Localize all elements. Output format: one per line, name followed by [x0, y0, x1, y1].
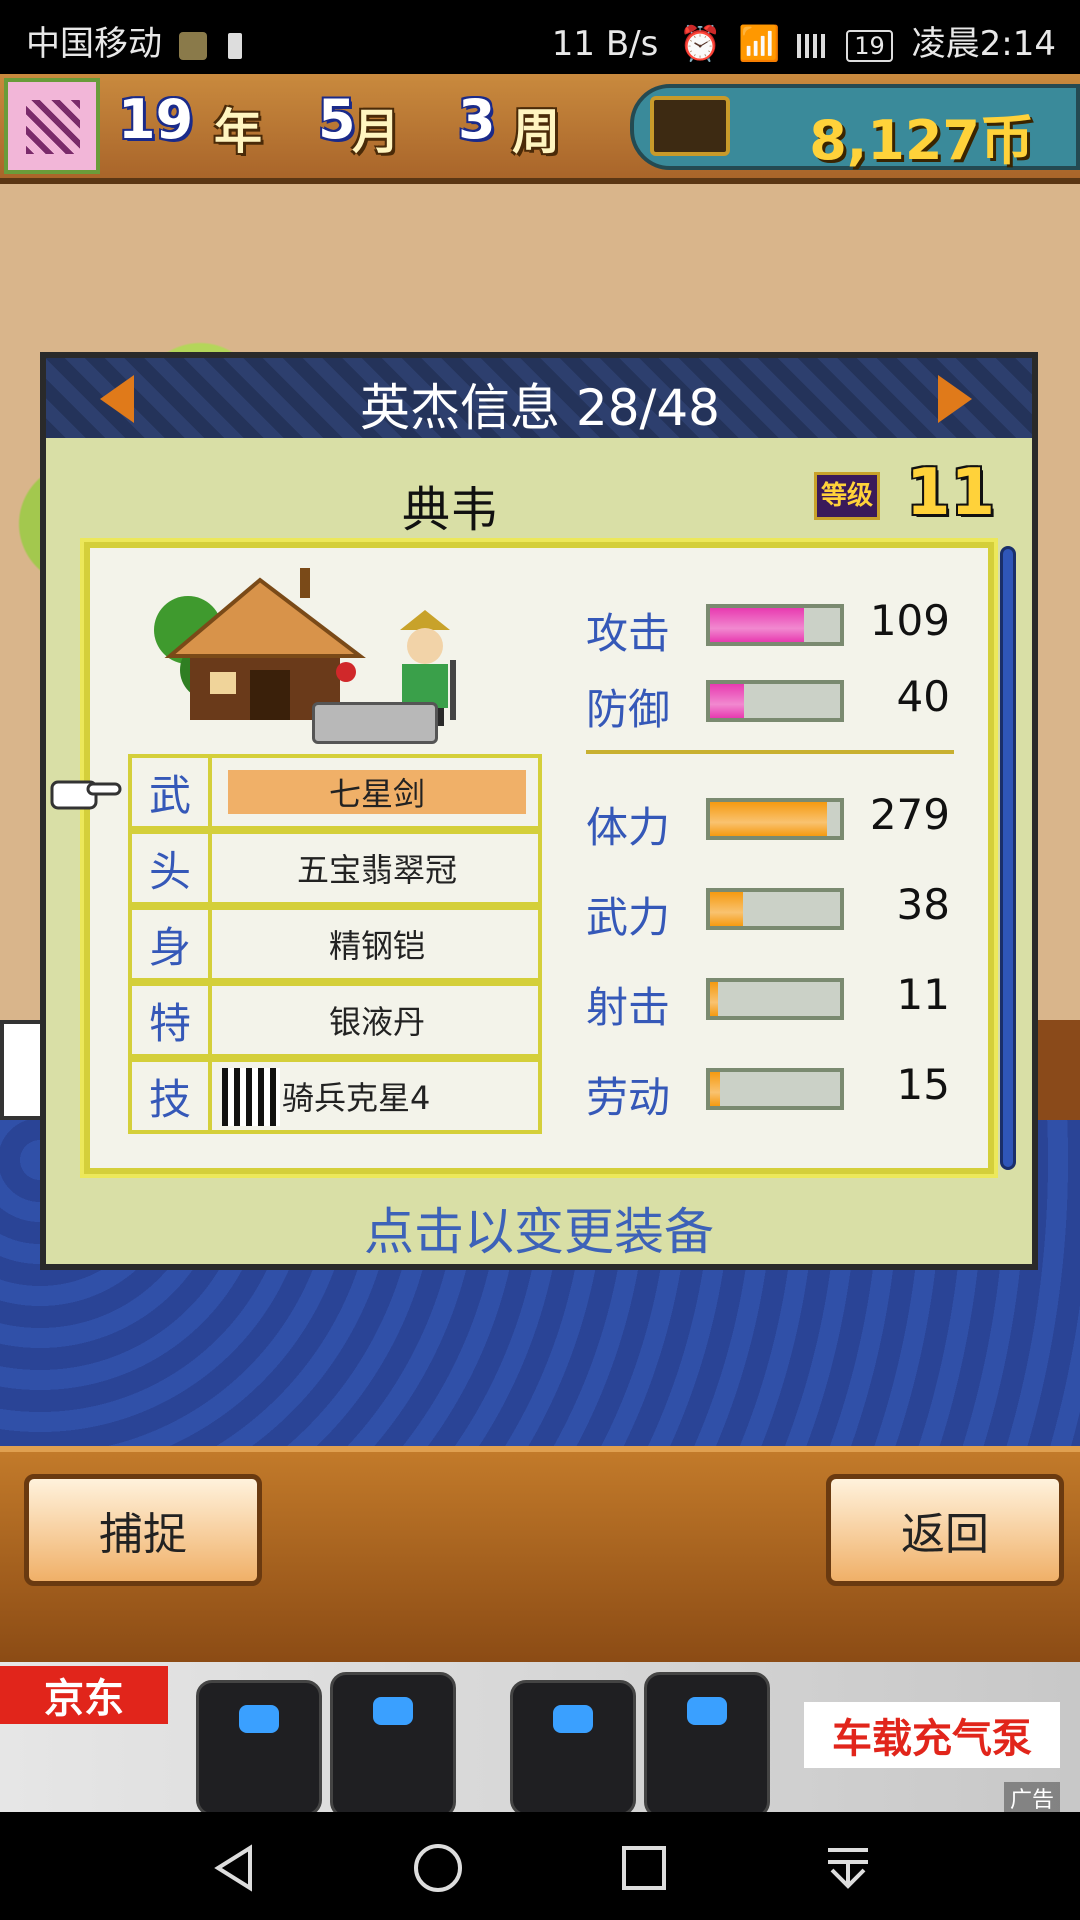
equipment-slot-label: 技	[132, 1062, 212, 1130]
stat-label: 射击	[586, 983, 671, 1032]
stat-bar	[706, 978, 844, 1020]
wifi-icon: 📶	[738, 24, 781, 64]
stat-bar	[706, 604, 844, 646]
stat-value: 279	[869, 790, 950, 839]
hero-name: 典韦	[401, 482, 498, 538]
sword-icon	[312, 702, 438, 744]
year-number: 19	[118, 88, 194, 151]
stat-label: 防御	[586, 685, 671, 734]
change-equipment-hint[interactable]: 点击以变更装备	[84, 1192, 994, 1264]
equipment-row-skill[interactable]: 技 骑兵克星4	[128, 1058, 542, 1134]
month-unit: 月	[352, 104, 401, 160]
equipment-slot-label: 特	[132, 986, 212, 1054]
status-left: 中国移动	[26, 16, 242, 65]
level-value: 11	[906, 456, 996, 530]
level-badge: 等级	[814, 472, 880, 520]
equipment-row-weapon[interactable]: 武 七星剑	[128, 754, 542, 830]
ad-product-text: 车载充气泵	[804, 1702, 1060, 1768]
signal-icon	[797, 33, 826, 58]
equipment-row-body[interactable]: 身 精钢铠	[128, 906, 542, 982]
carrier-label: 中国移动	[26, 24, 162, 64]
game-app-icon	[178, 31, 207, 60]
equipment-row-special[interactable]: 特 银液丹	[128, 982, 542, 1058]
avatar-portrait-icon	[26, 100, 80, 154]
stat-bar	[706, 888, 844, 930]
dialog-title: 英杰信息 28/48	[360, 379, 720, 437]
week-number: 3	[458, 88, 496, 151]
nav-back-icon[interactable]	[210, 1842, 262, 1894]
nav-home-icon[interactable]	[412, 1842, 464, 1894]
panel-scrollbar[interactable]	[1000, 546, 1016, 1170]
stat-label: 体力	[586, 803, 671, 852]
stat-bar-fill	[710, 802, 827, 836]
air-pump-image	[510, 1680, 636, 1816]
air-pump-image	[644, 1672, 770, 1818]
stat-label: 武力	[586, 893, 671, 942]
stat-bar	[706, 680, 844, 722]
battery-icon: 19	[846, 29, 893, 62]
capture-button[interactable]: 捕捉	[24, 1474, 262, 1586]
equipment-slot-label: 武	[132, 758, 212, 826]
stat-bar	[706, 1068, 844, 1110]
nav-recents-icon[interactable]	[618, 1842, 670, 1894]
air-pump-image	[196, 1680, 322, 1816]
previous-arrow-icon[interactable]	[100, 375, 134, 423]
alarm-icon: ⏰	[679, 24, 722, 64]
stat-bar-fill	[710, 684, 744, 718]
equipment-item-name: 骑兵克星4	[282, 1079, 431, 1117]
clock: 凌晨2:14	[911, 24, 1056, 64]
stat-value: 109	[869, 596, 950, 645]
player-avatar[interactable]	[4, 78, 100, 174]
treasure-chest-icon	[650, 96, 730, 156]
stat-bar	[706, 798, 844, 840]
week-unit: 周	[512, 104, 561, 160]
stat-value: 11	[896, 970, 950, 1019]
equipment-item-name: 五宝翡翠冠	[296, 851, 457, 889]
stat-bar-fill	[710, 982, 718, 1016]
equipment-slot-label: 头	[132, 834, 212, 902]
stat-bar-fill	[710, 892, 743, 926]
stat-label: 劳动	[586, 1073, 671, 1122]
map-sign-right	[1032, 1020, 1080, 1120]
navigation-bar	[0, 1812, 1080, 1920]
ad-label: 广告	[1004, 1782, 1061, 1814]
air-pump-image	[330, 1672, 456, 1818]
stat-value: 40	[896, 672, 950, 721]
stat-bar-fill	[710, 608, 804, 642]
equipment-item-name: 精钢铠	[328, 927, 425, 965]
year-unit: 年	[214, 104, 263, 160]
next-arrow-icon[interactable]	[938, 375, 972, 423]
back-button[interactable]: 返回	[826, 1474, 1064, 1586]
ad-brand: 京东	[0, 1666, 168, 1724]
equipment-slot-label: 身	[132, 910, 212, 978]
hand-pointer-icon	[50, 780, 122, 810]
stat-value: 15	[896, 1060, 950, 1109]
sim-icon	[227, 32, 242, 59]
equipment-item-name: 银液丹	[328, 1003, 425, 1041]
nav-notification-icon[interactable]	[822, 1842, 874, 1894]
equipment-row-head[interactable]: 头 五宝翡翠冠	[128, 830, 542, 906]
stat-label: 攻击	[586, 609, 671, 658]
status-bar: 中国移动 11 B/s ⏰ 📶 19 凌晨2:14	[0, 0, 1080, 74]
skill-icon	[222, 1068, 280, 1126]
stat-value: 38	[896, 880, 950, 929]
money-amount: 8,127币	[809, 109, 1034, 172]
stat-bar-fill	[710, 1072, 721, 1106]
stats-divider	[586, 750, 954, 754]
network-speed: 11 B/s	[551, 24, 659, 64]
status-right: 11 B/s ⏰ 📶 19 凌晨2:14	[552, 16, 1056, 65]
equipment-item-name: 七星剑	[228, 770, 526, 814]
month-number: 5	[318, 88, 356, 151]
